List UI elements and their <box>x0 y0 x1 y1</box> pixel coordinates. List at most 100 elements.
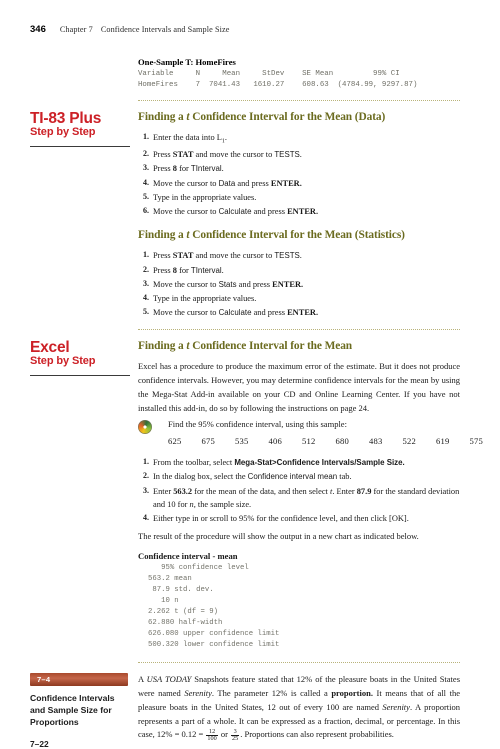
sample-value: 522 <box>402 436 416 447</box>
heading-post-1: Confidence Interval for the Mean (Data) <box>189 111 386 124</box>
excel-output-line: 563.2 mean <box>148 574 192 583</box>
divider-rule-1 <box>138 100 460 102</box>
excel-output-line: 10 n <box>148 596 179 605</box>
excel-result-note: The result of the procedure will show th… <box>138 530 419 541</box>
section-folio: 7–22 <box>30 738 49 749</box>
sample-value: 675 <box>201 436 215 447</box>
ti83-label-big: TI-83 Plus <box>30 110 102 128</box>
serenity-italic-2: Serenity <box>382 701 410 712</box>
list-item: 3. Enter 563.2 for the mean of the data, … <box>143 485 460 510</box>
excel-label: Excel Step by Step <box>30 339 130 368</box>
heading-pre-2: Finding a <box>138 229 187 242</box>
cd-disc-icon <box>138 420 152 435</box>
heading-ti83-data: Finding a t Confidence Interval for the … <box>138 111 460 123</box>
ti83-section: TI-83 Plus Step by Step Finding a t Conf… <box>30 110 460 331</box>
excel-steps: 1. From the toolbar, select Mega-Stat>Con… <box>138 456 460 526</box>
heading-pre-3: Finding a <box>138 340 187 353</box>
excel-underline <box>30 375 130 377</box>
fraction-12-100: 12 100 <box>206 728 218 743</box>
frac1-numerator: 12 <box>206 728 218 736</box>
excel-section: Excel Step by Step Finding a t Confidenc… <box>30 339 483 664</box>
ti83-underline <box>30 146 130 148</box>
excel-marginal: Excel Step by Step <box>30 339 138 377</box>
list-item: 4. Move the cursor to Data and press ENTE… <box>143 177 302 188</box>
running-head-chapter: Chapter 7 Confidence Intervals and Sample… <box>60 25 230 34</box>
usa-today-italic: USA TODAY <box>146 674 192 685</box>
minitab-data-row: HomeFires 7 7041.43 1610.27 608.63 (4784… <box>138 81 418 90</box>
heading-post-2: Confidence Interval for the Mean (Statis… <box>189 229 405 242</box>
heading-post-3: Confidence Interval for the Mean <box>189 340 353 353</box>
page-folio: 346 <box>30 24 46 35</box>
chapter-title: Confidence Intervals and Sample Size <box>100 25 230 34</box>
cp-part6: . Proportions can also represent probabi… <box>240 729 394 740</box>
list-item: 4. Either type in or scroll to 95% for th… <box>143 513 409 524</box>
list-item: 6. Move the cursor to Calculate and press… <box>143 206 319 217</box>
excel-output-line: 500.320 lower confidence limit <box>148 641 280 650</box>
textbook-page: 346 Chapter 7 Confidence Intervals and Sa… <box>0 0 500 749</box>
excel-label-big: Excel <box>30 339 70 357</box>
proportion-bold: proportion. <box>331 688 373 699</box>
frac1-denominator: 100 <box>207 735 217 742</box>
excel-output-title: Confidence interval - mean <box>138 550 238 561</box>
excel-intro-paragraph: Excel has a procedure to produce the max… <box>138 361 460 413</box>
divider-rule-3 <box>138 662 460 664</box>
minitab-output-row: One-Sample T: HomeFires Variable N Mean … <box>30 57 460 102</box>
sample-value: 575 <box>469 436 483 447</box>
chapter-number: Chapter 7 <box>59 25 93 34</box>
heading-ti83-stats: Finding a t Confidence Interval for the … <box>138 229 460 241</box>
ti83-label-sub: Step by Step <box>30 126 96 139</box>
sample-value: 625 <box>168 436 182 447</box>
sample-value: 680 <box>335 436 349 447</box>
ti83-marginal: TI-83 Plus Step by Step <box>30 110 138 148</box>
list-item: 1. Press STAT and move the cursor to TEST… <box>143 250 302 261</box>
excel-find-line-wrap: Find the 95% confidence interval, using … <box>138 418 460 435</box>
fraction-3-25: 3 25 <box>231 728 240 743</box>
excel-output-line: 95% confidence level <box>148 563 249 572</box>
excel-output-line: 87.9 std. dev. <box>148 585 214 594</box>
excel-output-line: 62.880 half-width <box>148 619 223 628</box>
cp-or: or <box>218 729 231 740</box>
sample-value: 406 <box>268 436 282 447</box>
ti83-data-steps: 1. Enter the data into L1. 2. Press STAT a… <box>138 131 460 219</box>
sample-value: 535 <box>235 436 249 447</box>
minitab-title: One-Sample T: HomeFires <box>138 57 236 67</box>
divider-rule-2 <box>138 329 460 331</box>
running-head: 346 Chapter 7 Confidence Intervals and Sa… <box>30 24 460 35</box>
excel-label-sub: Step by Step <box>30 355 96 368</box>
ti83-content: Finding a t Confidence Interval for the … <box>138 111 460 331</box>
section-7-4: 7–4 Confidence Intervals and Sample Size… <box>30 673 460 749</box>
list-item: 2. In the dialog box, select the Confiden… <box>143 471 352 482</box>
section-badge: 7–4 <box>30 673 128 687</box>
closing-paragraph: A USA TODAY Snapshots feature stated tha… <box>138 673 460 742</box>
heading-pre-1: Finding a <box>138 111 187 124</box>
list-item: 1. Enter the data into L1. <box>143 132 227 145</box>
list-item: 3. Press 8 for TInterval. <box>143 163 224 174</box>
list-item: 2. Press STAT and move the cursor to TEST… <box>143 149 302 160</box>
list-item: 3. Move the cursor to Stats and press ENT… <box>143 279 304 289</box>
excel-output-line: 2.262 t (df = 9) <box>148 608 219 617</box>
list-item: 5. Type in the appropriate values. <box>143 192 257 202</box>
minitab-output: One-Sample T: HomeFires Variable N Mean … <box>138 57 460 102</box>
list-item: 2. Press 8 for TInterval. <box>143 264 224 275</box>
minitab-header-row: Variable N Mean StDev SE Mean 99% CI <box>138 70 400 78</box>
list-item: 1. From the toolbar, select Mega-Stat>Con… <box>143 457 405 468</box>
section-marginal: 7–4 Confidence Intervals and Sample Size… <box>30 673 138 749</box>
sample-value: 512 <box>302 436 316 447</box>
ti83-stats-steps: 1. Press STAT and move the cursor to TEST… <box>138 249 460 320</box>
frac2-denominator: 25 <box>232 735 239 742</box>
section-body: A USA TODAY Snapshots feature stated tha… <box>138 673 460 742</box>
section-title: Confidence Intervals and Sample Size for… <box>30 693 115 728</box>
frac2-numerator: 3 <box>231 728 240 736</box>
serenity-italic-1: Serenity <box>184 688 212 699</box>
list-item: 4. Type in the appropriate values. <box>143 293 257 304</box>
sample-value: 483 <box>369 436 383 447</box>
ti83-label: TI-83 Plus Step by Step <box>30 110 130 139</box>
excel-content: Finding a t Confidence Interval for the … <box>138 340 483 664</box>
heading-excel: Finding a t Confidence Interval for the … <box>138 340 460 352</box>
excel-sample-data: 625 675 535 406 512 680 483 522 619 575 <box>168 436 483 447</box>
excel-find-line: Find the 95% confidence interval, using … <box>168 419 347 430</box>
cp-part1: A <box>138 674 147 685</box>
sample-value: 619 <box>436 436 450 447</box>
cp-part3: . The parameter 12% is called a <box>211 688 332 699</box>
excel-output-line: 626.080 upper confidence limit <box>148 630 280 639</box>
